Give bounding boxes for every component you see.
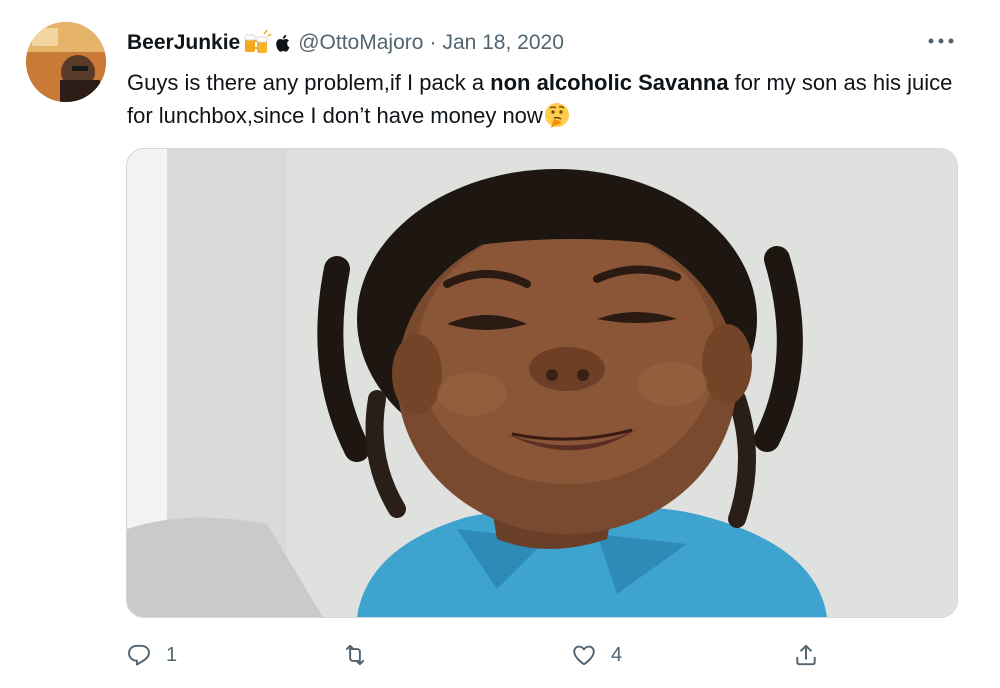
like-button[interactable]: 4 xyxy=(571,640,622,670)
reply-count: 1 xyxy=(166,643,178,666)
reply-icon xyxy=(128,644,150,666)
tweet-text-part1: Guys is there any problem,if I pack a xyxy=(127,70,491,95)
more-dots-icon xyxy=(928,38,954,44)
like-count: 4 xyxy=(611,643,623,666)
beer-mugs-icon xyxy=(242,29,272,56)
retweet-icon xyxy=(345,644,365,666)
tweet-actions: 1 4 xyxy=(0,630,1000,680)
reply-button[interactable]: 1 xyxy=(126,640,177,670)
tweet-text-bold: non alcoholic Savanna xyxy=(490,70,729,95)
meta-separator: · xyxy=(429,31,437,54)
thinking-face-icon xyxy=(543,101,571,129)
tweet-card: BeerJunkie @OttoMajoro · Jan 18, 2020 Gu… xyxy=(0,0,1000,688)
more-options-button[interactable] xyxy=(924,30,958,52)
avatar[interactable] xyxy=(26,22,106,102)
author-handle[interactable]: @OttoMajoro xyxy=(298,31,423,55)
share-icon xyxy=(796,644,816,666)
apple-icon xyxy=(276,34,290,52)
tweet-media-image[interactable] xyxy=(126,148,958,618)
heart-icon xyxy=(573,645,595,666)
photo-of-smiling-child xyxy=(127,149,957,617)
tweet-text: Guys is there any problem,if I pack a no… xyxy=(127,66,957,132)
tweet-date[interactable]: Jan 18, 2020 xyxy=(442,31,563,55)
tweet-header: BeerJunkie @OttoMajoro · Jan 18, 2020 xyxy=(127,28,564,58)
share-button[interactable] xyxy=(793,640,819,670)
retweet-button[interactable] xyxy=(342,640,382,670)
author-display-name[interactable]: BeerJunkie xyxy=(127,31,240,55)
